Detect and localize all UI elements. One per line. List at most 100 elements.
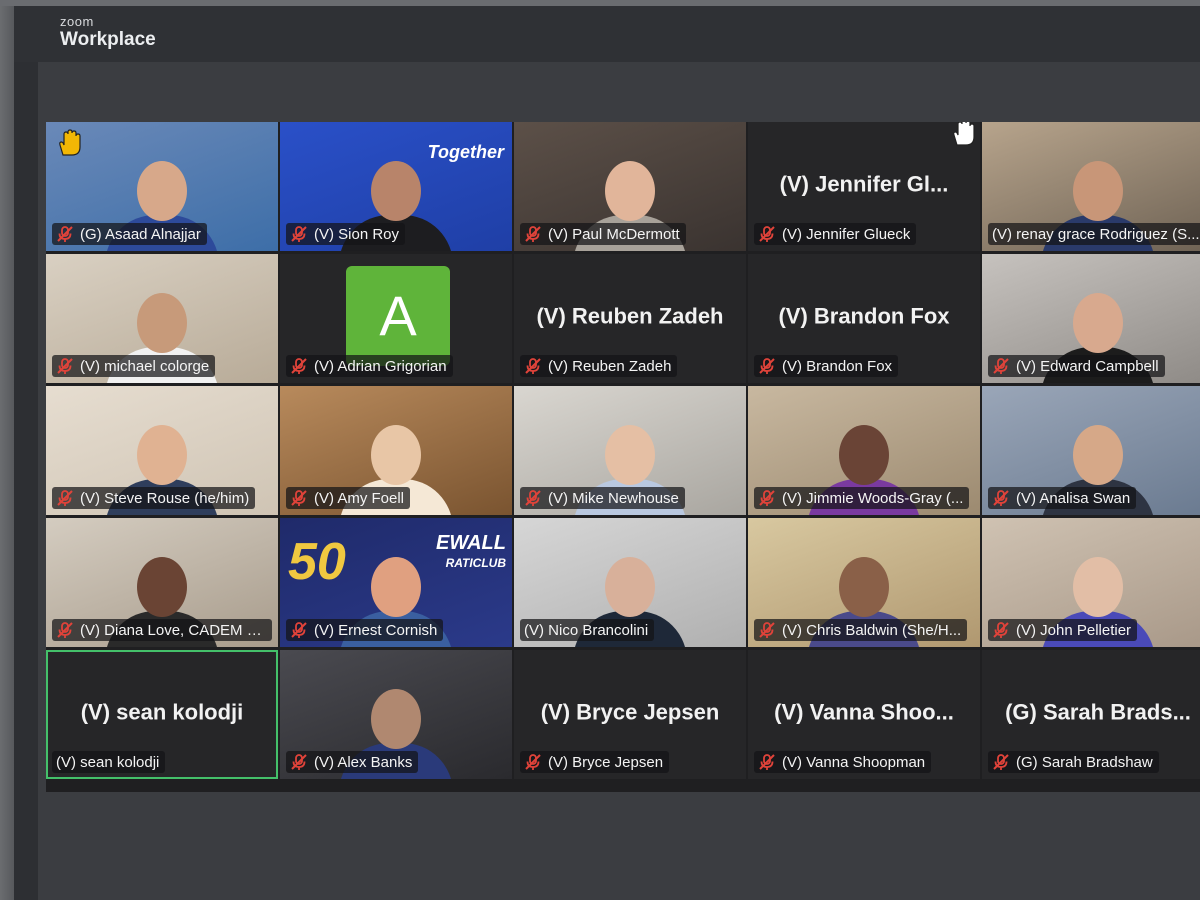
mic-muted-icon (290, 753, 308, 771)
participant-name: (V) John Pelletier (1016, 621, 1132, 639)
participant-name-tag: (V) Sion Roy (286, 223, 406, 245)
participant-name: (V) Vanna Shoopman (782, 753, 926, 771)
participant-tile[interactable]: (V) Paul McDermott (514, 122, 746, 251)
mic-muted-icon (524, 489, 542, 507)
participant-name-tag: (V) Adrian Grigorian (286, 355, 453, 377)
participant-name-tag: (V) Jennifer Glueck (754, 223, 917, 245)
participant-name-tag: (V) Nico Brancolini (520, 619, 655, 641)
mic-muted-icon (524, 225, 542, 243)
participant-name: (V) Ernest Cornish (314, 621, 438, 639)
participant-name: (V) Diana Love, CADEM S... (80, 621, 266, 639)
participant-tile[interactable]: (V) John Pelletier (982, 518, 1200, 647)
participant-name-tag: (V) michael colorge (52, 355, 216, 377)
mic-muted-icon (758, 357, 776, 375)
participant-tile[interactable]: (V) Mike Newhouse (514, 386, 746, 515)
participant-name-tag: (V) renay grace Rodriguez (S... (988, 223, 1200, 245)
participant-tile[interactable]: (G) Asaad Alnajjar (46, 122, 278, 251)
participant-name-tag: (V) Steve Rouse (he/him) (52, 487, 256, 509)
participant-tile[interactable]: (V) renay grace Rodriguez (S... (982, 122, 1200, 251)
mic-muted-icon (290, 489, 308, 507)
participant-tile[interactable]: (V) Reuben Zadeh (V) Reuben Zadeh (514, 254, 746, 383)
mic-muted-icon (758, 753, 776, 771)
participant-name: (V) sean kolodji (56, 753, 160, 771)
participant-tile[interactable]: (V) Jimmie Woods-Gray (... (748, 386, 980, 515)
participant-tile[interactable]: (V) Analisa Swan (982, 386, 1200, 515)
mic-muted-icon (290, 357, 308, 375)
virtual-background-text: 50 (288, 533, 346, 591)
participant-tile[interactable]: (V) Nico Brancolini (514, 518, 746, 647)
participant-name-tag: (V) Ernest Cornish (286, 619, 444, 641)
participant-display-name: (V) Brandon Fox (778, 302, 950, 328)
participant-name-tag: (V) Mike Newhouse (520, 487, 685, 509)
zoom-window: zoom Workplace (G) Asaad Alnajjar Togethe… (14, 6, 1200, 900)
participant-name-tag: (V) Analisa Swan (988, 487, 1137, 509)
participant-tile[interactable]: (V) sean kolodji (V) sean kolodji (46, 650, 278, 779)
participant-name: (V) Reuben Zadeh (548, 357, 672, 375)
participant-name-tag: (V) John Pelletier (988, 619, 1138, 641)
participant-tile[interactable]: (V) Chris Baldwin (She/H... (748, 518, 980, 647)
participant-tile[interactable]: (V) Edward Campbell (982, 254, 1200, 383)
participant-name: (V) Alex Banks (314, 753, 413, 771)
participant-display-name: (V) Reuben Zadeh (536, 302, 724, 328)
participant-name: (V) Nico Brancolini (524, 621, 649, 639)
brand-workplace: Workplace (60, 29, 156, 50)
virtual-background-text: RATICLUB (445, 556, 506, 570)
participant-tile[interactable]: (V) Diana Love, CADEM S... (46, 518, 278, 647)
participant-name: (V) Amy Foell (314, 489, 405, 507)
participant-name: (V) Paul McDermott (548, 225, 680, 243)
meeting-area: (G) Asaad Alnajjar Together (V) Sion Roy (V… (38, 62, 1200, 900)
virtual-background-text: Together (427, 142, 504, 162)
gallery-view: (G) Asaad Alnajjar Together (V) Sion Roy (V… (46, 122, 1200, 792)
brand-zoom: zoom (60, 14, 94, 29)
participant-display-name: (V) Jennifer Gl... (779, 170, 949, 196)
participant-name-tag: (V) Bryce Jepsen (520, 751, 670, 773)
participant-name-tag: (V) Chris Baldwin (She/H... (754, 619, 968, 641)
mic-muted-icon (524, 753, 542, 771)
participant-name: (V) michael colorge (80, 357, 210, 375)
mic-muted-icon (56, 225, 74, 243)
participant-tile[interactable]: (G) Sarah Brads... (G) Sarah Bradshaw (982, 650, 1200, 779)
participant-tile[interactable]: (V) Amy Foell (280, 386, 512, 515)
mic-muted-icon (524, 357, 542, 375)
mic-muted-icon (56, 357, 74, 375)
participant-name-tag: (V) Edward Campbell (988, 355, 1165, 377)
participant-name-tag: (V) Vanna Shoopman (754, 751, 932, 773)
participant-tile[interactable]: (V) Steve Rouse (he/him) (46, 386, 278, 515)
participant-tile[interactable]: (V) Jennifer Gl... (V) Jennifer Glueck (748, 122, 980, 251)
participant-name-tag: (V) Diana Love, CADEM S... (52, 619, 272, 641)
mic-muted-icon (56, 489, 74, 507)
participant-display-name: (V) Bryce Jepsen (540, 698, 720, 724)
participant-tile[interactable]: (V) Bryce Jepsen (V) Bryce Jepsen (514, 650, 746, 779)
participant-name: (V) Steve Rouse (he/him) (80, 489, 250, 507)
participant-name: (V) Edward Campbell (1016, 357, 1159, 375)
virtual-background-text: EWALL (436, 532, 506, 554)
participant-name: (V) renay grace Rodriguez (S... (992, 225, 1200, 243)
participant-name-tag: (V) Alex Banks (286, 751, 419, 773)
participant-name: (V) Adrian Grigorian (314, 357, 447, 375)
participant-tile[interactable]: (V) michael colorge (46, 254, 278, 383)
participant-name-tag: (G) Sarah Bradshaw (988, 751, 1159, 773)
avatar: A (346, 266, 450, 366)
participant-display-name: (V) Vanna Shoo... (774, 698, 954, 724)
participant-name: (V) Analisa Swan (1016, 489, 1131, 507)
participant-tile[interactable]: (V) Vanna Shoo... (V) Vanna Shoopman (748, 650, 980, 779)
participant-name: (V) Brandon Fox (782, 357, 893, 375)
participant-tile[interactable]: (V) Brandon Fox (V) Brandon Fox (748, 254, 980, 383)
participant-display-name: (V) sean kolodji (80, 698, 244, 724)
participant-tile[interactable]: 50 EWALL RATICLUB (V) Ernest Cornish (280, 518, 512, 647)
participant-name-tag: (V) Jimmie Woods-Gray (... (754, 487, 970, 509)
mic-muted-icon (290, 225, 308, 243)
raised-hand-icon (54, 128, 84, 158)
participant-name: (G) Sarah Bradshaw (1016, 753, 1153, 771)
participant-tile[interactable]: A (V) Adrian Grigorian (280, 254, 512, 383)
participant-tile[interactable]: (V) Alex Banks (280, 650, 512, 779)
participant-name-tag: (V) Brandon Fox (754, 355, 899, 377)
participant-tile[interactable]: Together (V) Sion Roy (280, 122, 512, 251)
participant-name: (V) Jennifer Glueck (782, 225, 911, 243)
mic-muted-icon (992, 753, 1010, 771)
participant-name: (V) Bryce Jepsen (548, 753, 664, 771)
participant-name: (V) Mike Newhouse (548, 489, 679, 507)
participant-name-tag: (V) sean kolodji (52, 751, 166, 773)
mic-muted-icon (758, 225, 776, 243)
raised-hand-icon (948, 122, 978, 148)
